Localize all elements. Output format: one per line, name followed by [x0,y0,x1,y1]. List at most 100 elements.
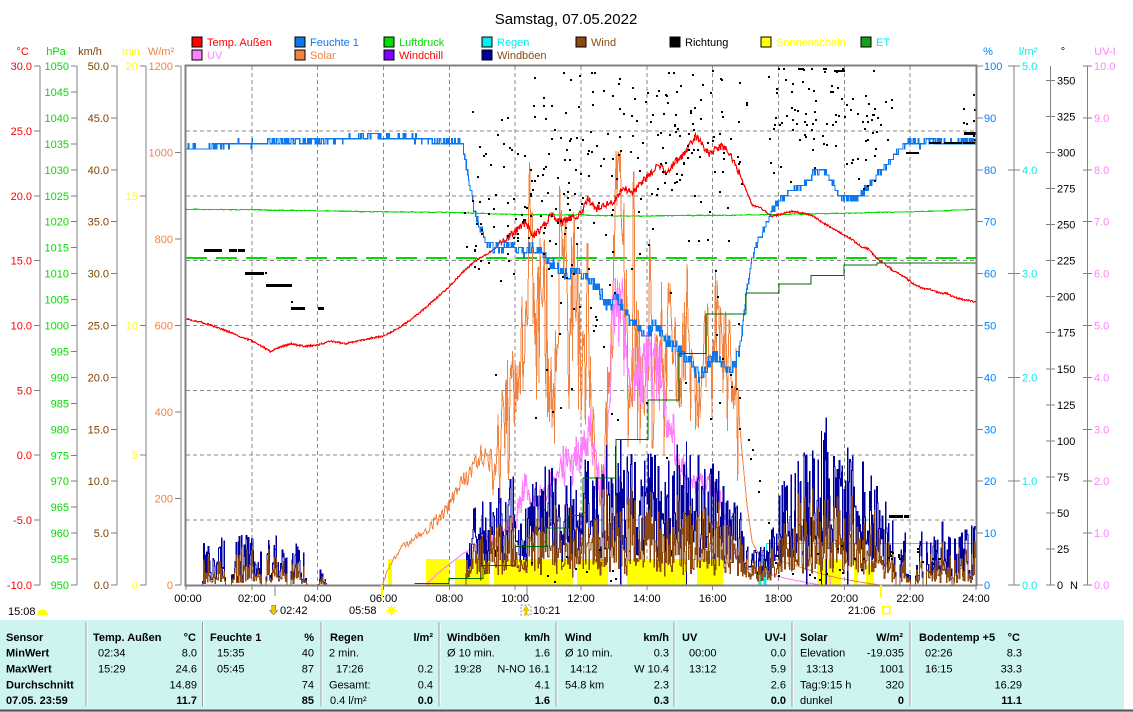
svg-text:90: 90 [984,113,996,125]
svg-text:km/h: km/h [78,46,102,58]
svg-text:Durchschnitt: Durchschnitt [6,680,74,692]
svg-text:0.0: 0.0 [17,450,32,462]
svg-text:20: 20 [984,476,996,488]
svg-text:km/h: km/h [643,632,669,644]
svg-text:°C: °C [184,632,196,644]
svg-text:0.0: 0.0 [1094,580,1109,592]
svg-text:05:45: 05:45 [217,664,245,676]
svg-text:0.3: 0.3 [654,648,669,660]
svg-text:14.89: 14.89 [169,680,197,692]
svg-text:85: 85 [302,695,314,707]
svg-text:8.0: 8.0 [1094,165,1109,177]
svg-text:275: 275 [1057,184,1075,196]
svg-text:00:00: 00:00 [174,593,202,605]
svg-text:955: 955 [51,554,69,566]
svg-text:1010: 1010 [45,269,69,281]
svg-text:33.3: 33.3 [1001,664,1022,676]
svg-text:80: 80 [984,165,996,177]
svg-text:°C: °C [16,46,28,58]
svg-text:50: 50 [1057,508,1069,520]
svg-text:1045: 1045 [45,87,69,99]
svg-text:5.0: 5.0 [17,385,32,397]
svg-text:0.4: 0.4 [418,680,433,692]
svg-text:5.0: 5.0 [1022,61,1037,73]
svg-text:0.3: 0.3 [654,695,669,707]
svg-text:15:35: 15:35 [217,648,245,660]
svg-text:1200: 1200 [149,61,173,73]
svg-text:W/m²: W/m² [876,632,903,644]
svg-text:ET: ET [876,37,890,49]
svg-text:Temp. Außen: Temp. Außen [93,632,162,644]
svg-text:800: 800 [155,234,173,246]
svg-text:250: 250 [1057,220,1075,232]
svg-text:25.0: 25.0 [11,126,32,138]
svg-text:W 10.4: W 10.4 [634,664,669,676]
svg-text:1040: 1040 [45,113,69,125]
svg-text:20.0: 20.0 [11,191,32,203]
svg-text:10:00: 10:00 [501,593,529,605]
svg-text:0.0: 0.0 [94,580,109,592]
svg-text:05:58: 05:58 [349,605,377,617]
svg-text:13:12: 13:12 [689,664,717,676]
svg-text:Sonnenschein: Sonnenschein [776,37,846,49]
svg-text:0: 0 [167,580,173,592]
svg-text:990: 990 [51,372,69,384]
svg-text:965: 965 [51,502,69,514]
svg-text:300: 300 [1057,148,1075,160]
svg-text:13:13: 13:13 [806,664,834,676]
svg-text:0.4 l/m²: 0.4 l/m² [330,695,367,707]
svg-text:1030: 1030 [45,165,69,177]
svg-text:50: 50 [984,321,996,333]
svg-text:1.6: 1.6 [535,695,550,707]
svg-text:20: 20 [126,61,138,73]
svg-text:15: 15 [126,191,138,203]
svg-text:0: 0 [984,580,990,592]
svg-text:%: % [983,46,993,58]
svg-text:MinWert: MinWert [6,648,50,660]
svg-text:150: 150 [1057,364,1075,376]
svg-text:6.0: 6.0 [1094,269,1109,281]
svg-text:1005: 1005 [45,295,69,307]
svg-text:14:00: 14:00 [633,593,661,605]
svg-text:10.0: 10.0 [11,321,32,333]
svg-text:100: 100 [1057,436,1075,448]
svg-text:12:00: 12:00 [567,593,595,605]
svg-text:100: 100 [984,61,1002,73]
svg-text:10:21: 10:21 [533,605,561,617]
svg-text:2.0: 2.0 [1022,372,1037,384]
svg-text:3.0: 3.0 [1094,424,1109,436]
svg-text:Wind: Wind [591,37,616,49]
svg-text:1000: 1000 [45,321,69,333]
svg-text:UV-I: UV-I [765,632,786,644]
svg-text:350: 350 [1057,75,1075,87]
svg-text:10.0: 10.0 [1094,61,1115,73]
svg-text:18:00: 18:00 [765,593,793,605]
svg-text:40: 40 [302,648,314,660]
svg-text:1020: 1020 [45,217,69,229]
svg-text:16.29: 16.29 [994,680,1022,692]
svg-text:10.0: 10.0 [88,476,109,488]
svg-text:°C: °C [1008,632,1020,644]
svg-text:7.0: 7.0 [1094,217,1109,229]
svg-text:24.6: 24.6 [176,664,197,676]
svg-text:°: ° [1061,46,1065,58]
svg-text:0.0: 0.0 [771,648,786,660]
svg-text:5: 5 [132,450,138,462]
svg-text:Tag:9:15 h: Tag:9:15 h [800,680,851,692]
svg-text:1035: 1035 [45,139,69,151]
svg-text:1.6: 1.6 [535,648,550,660]
svg-text:02:42: 02:42 [280,605,308,617]
svg-text:17:26: 17:26 [336,664,364,676]
svg-text:24:00: 24:00 [962,593,990,605]
svg-text:Gesamt:: Gesamt: [329,680,371,692]
svg-text:5.0: 5.0 [1094,321,1109,333]
svg-text:50.0: 50.0 [88,61,109,73]
svg-text:Windchill: Windchill [399,50,443,62]
svg-text:5.0: 5.0 [94,528,109,540]
svg-text:125: 125 [1057,400,1075,412]
svg-text:UV: UV [682,632,698,644]
svg-text:4.0: 4.0 [1022,165,1037,177]
svg-text:Solar: Solar [310,50,336,62]
svg-text:8.3: 8.3 [1007,648,1022,660]
svg-text:0.0: 0.0 [771,695,786,707]
